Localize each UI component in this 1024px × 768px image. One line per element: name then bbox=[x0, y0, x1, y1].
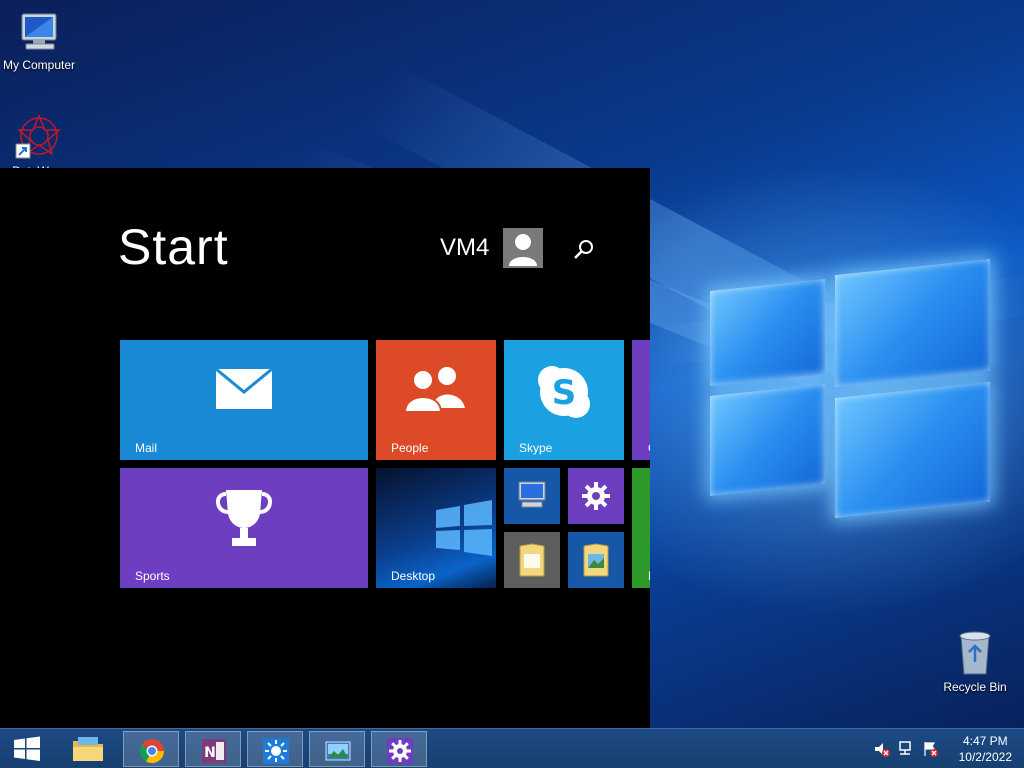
tile-label: Skype bbox=[519, 441, 553, 455]
desktop-icon-my-computer[interactable]: My Computer bbox=[0, 10, 81, 72]
recycle-bin-icon bbox=[959, 631, 991, 675]
tile-label: Sports bbox=[135, 569, 170, 583]
tile-documents[interactable] bbox=[504, 532, 560, 588]
taskbar-chrome[interactable] bbox=[123, 731, 179, 767]
tile-label: Mail bbox=[135, 441, 158, 455]
start-button[interactable] bbox=[0, 731, 56, 767]
pictures-folder-icon bbox=[583, 543, 609, 577]
wallpaper-beam bbox=[637, 274, 1024, 370]
trophy-icon bbox=[216, 490, 272, 546]
tile-partial-purple[interactable]: C bbox=[632, 340, 650, 460]
tile-skype[interactable]: S Skype bbox=[504, 340, 624, 460]
taskbar-weather[interactable] bbox=[247, 731, 303, 767]
wallpaper-windows-logo bbox=[700, 255, 1000, 535]
network-icon[interactable] bbox=[898, 741, 914, 757]
tile-partial-green[interactable]: M bbox=[632, 468, 650, 588]
search-button[interactable] bbox=[572, 238, 596, 262]
computer-icon bbox=[21, 13, 57, 50]
desktop-wallpaper-icon bbox=[436, 500, 492, 556]
svg-text:N: N bbox=[204, 745, 216, 761]
tile-sports[interactable]: Sports bbox=[120, 468, 368, 588]
weather-icon bbox=[263, 738, 289, 764]
taskbar-file-explorer[interactable] bbox=[60, 731, 116, 767]
file-explorer-icon bbox=[73, 737, 103, 761]
desktop-icon-recycle-bin[interactable]: Recycle Bin bbox=[933, 628, 1017, 694]
action-center-alert-icon[interactable] bbox=[922, 741, 938, 757]
gear-icon bbox=[582, 482, 610, 510]
start-menu: Start VM4 Mail People S Skype Sports Des… bbox=[0, 168, 650, 728]
folder-icon bbox=[519, 543, 545, 577]
user-avatar[interactable] bbox=[503, 228, 543, 268]
onenote-icon: N bbox=[202, 739, 226, 763]
clock-date: 10/2/2022 bbox=[958, 750, 1012, 764]
svg-text:S: S bbox=[552, 373, 577, 413]
tile-people[interactable]: People bbox=[376, 340, 496, 460]
tile-desktop[interactable]: Desktop bbox=[376, 468, 496, 588]
tile-settings[interactable] bbox=[568, 468, 624, 524]
settings-icon bbox=[387, 738, 413, 764]
tile-label: C bbox=[648, 441, 650, 455]
taskbar-photos[interactable] bbox=[309, 731, 365, 767]
tile-mail[interactable]: Mail bbox=[120, 340, 368, 460]
dataware-icon bbox=[15, 114, 61, 159]
taskbar-onenote[interactable]: N bbox=[185, 731, 241, 767]
clock-time: 4:47 PM bbox=[962, 734, 1008, 748]
start-icon bbox=[14, 736, 40, 761]
user-icon bbox=[509, 234, 537, 266]
tile-label: M bbox=[648, 569, 650, 583]
desktop: My Computer DataWare Recycle Bin Start V… bbox=[0, 0, 1024, 768]
computer-icon bbox=[518, 481, 546, 508]
chrome-icon bbox=[139, 739, 164, 764]
taskbar: N 4:47 PM 10/2/2022 bbox=[0, 728, 1024, 768]
clock[interactable]: 4:47 PM 10/2/2022 bbox=[959, 733, 1012, 765]
tile-label: Desktop bbox=[391, 569, 436, 583]
taskbar-settings[interactable] bbox=[371, 731, 427, 767]
start-title: Start bbox=[118, 219, 229, 275]
tile-this-pc[interactable] bbox=[504, 468, 560, 524]
desktop-icon-label: My Computer bbox=[2, 58, 76, 72]
search-icon bbox=[574, 240, 593, 259]
photos-icon bbox=[325, 741, 351, 761]
volume-muted-icon[interactable] bbox=[874, 741, 890, 757]
tile-label: People bbox=[391, 441, 429, 455]
user-name[interactable]: VM4 bbox=[440, 234, 489, 262]
desktop-icon-label: Recycle Bin bbox=[943, 680, 1007, 694]
mail-icon bbox=[215, 368, 273, 409]
skype-icon: S bbox=[538, 366, 590, 418]
tile-pictures[interactable] bbox=[568, 532, 624, 588]
people-icon bbox=[403, 367, 465, 412]
